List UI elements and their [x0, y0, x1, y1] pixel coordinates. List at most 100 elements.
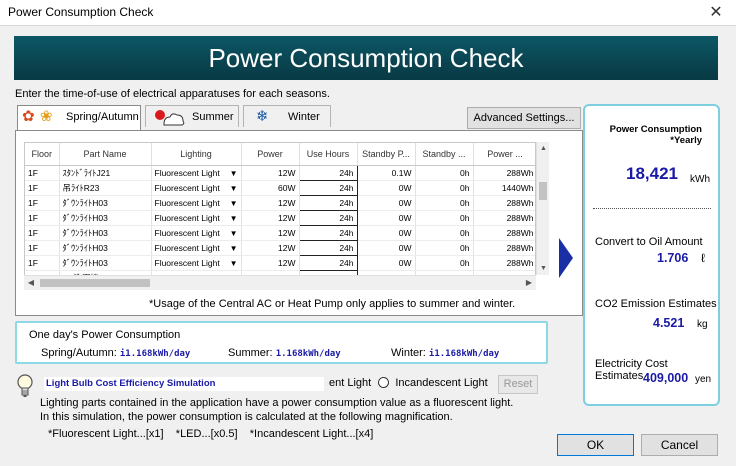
dropdown-arrow-icon[interactable]: ▼ — [230, 259, 238, 268]
scroll-thumb[interactable] — [40, 279, 150, 287]
table-cell[interactable]: 12W — [241, 240, 300, 256]
summer-label: Summer: — [228, 347, 273, 359]
scroll-thumb[interactable] — [539, 182, 547, 200]
scroll-right-icon[interactable]: ▶ — [522, 276, 536, 290]
table-cell[interactable]: ﾀﾞｳﾝﾗｲﾄH03 — [59, 210, 152, 226]
horizontal-scrollbar[interactable]: ◀ ▶ — [24, 275, 536, 290]
table-cell[interactable]: 24h — [298, 164, 358, 181]
column-header[interactable]: Floor — [25, 143, 60, 166]
table-cell[interactable]: ｽﾀﾝﾄﾞﾗｲﾄJ21 — [59, 165, 152, 181]
table-cell[interactable]: 0h — [415, 195, 474, 211]
column-header[interactable]: Lighting — [151, 143, 242, 166]
incandescent-radio[interactable] — [378, 377, 390, 388]
table-cell[interactable]: 24h — [298, 194, 358, 211]
column-header[interactable]: Standby P... — [357, 143, 416, 166]
column-header[interactable]: Use Hours — [299, 143, 358, 166]
table-cell[interactable]: 1F — [25, 240, 60, 256]
table-cell[interactable]: 1F — [25, 210, 60, 226]
scroll-down-icon[interactable]: ▼ — [537, 262, 550, 275]
table-row[interactable]: 1F ﾀﾞｳﾝﾗｲﾄH03 ▼ Fluorescent Light 12W 24h 0W 0h… — [25, 254, 535, 271]
table-cell[interactable]: 288Wh — [473, 195, 535, 211]
lighting-select[interactable]: ▼ Fluorescent Light — [151, 210, 242, 226]
table-cell[interactable]: 12W — [241, 195, 300, 211]
lighting-select[interactable]: ▼ Fluorescent Light — [151, 180, 242, 196]
led-option-label[interactable]: ent Light — [329, 377, 371, 389]
table-row[interactable]: 1F ﾀﾞｳﾝﾗｲﾄH03 ▼ Fluorescent Light 12W 24h 0W 0h… — [25, 194, 535, 211]
table-cell[interactable]: 288Wh — [473, 165, 535, 181]
table-cell[interactable]: 60W — [241, 180, 300, 196]
table-cell[interactable]: 1440Wh — [473, 180, 535, 196]
table-cell[interactable]: 12W — [241, 210, 300, 226]
table-row[interactable]: 1F ﾀﾞｳﾝﾗｲﾄH03 ▼ Fluorescent Light 12W 24h 0W 0h… — [25, 209, 535, 226]
table-cell[interactable]: 1F — [25, 225, 60, 241]
lighting-select[interactable]: ▼ Fluorescent Light — [151, 165, 242, 181]
table-cell[interactable]: 288Wh — [473, 255, 535, 271]
table-cell[interactable]: 12W — [241, 165, 300, 181]
table-cell[interactable]: ﾀﾞｳﾝﾗｲﾄH03 — [59, 225, 152, 241]
light-bulb-icon — [17, 374, 33, 397]
table-row[interactable]: 1F ｽﾀﾝﾄﾞﾗｲﾄJ21 ▼ Fluorescent Light 12W 24h 0.1… — [25, 164, 535, 181]
table-cell[interactable]: 24h — [298, 224, 358, 241]
dropdown-arrow-icon[interactable]: ▼ — [230, 214, 238, 223]
table-cell[interactable]: 24h — [298, 254, 358, 271]
table-cell[interactable]: 1F — [25, 165, 60, 181]
table-cell[interactable]: 0W — [357, 225, 416, 241]
table-cell[interactable]: 24h — [298, 239, 358, 256]
table-cell[interactable]: 0W — [357, 210, 416, 226]
column-header[interactable]: Power — [241, 143, 300, 166]
table-row[interactable]: 1F ﾀﾞｳﾝﾗｲﾄH03 ▼ Fluorescent Light 12W 24h 0W 0h… — [25, 224, 535, 241]
table-cell[interactable]: ﾀﾞｳﾝﾗｲﾄH03 — [59, 255, 152, 271]
table-cell[interactable]: 0h — [415, 255, 474, 271]
dropdown-arrow-icon[interactable]: ▼ — [230, 184, 238, 193]
table-cell[interactable]: 1F — [25, 195, 60, 211]
column-header[interactable]: Standby ... — [415, 143, 474, 166]
tab-winter[interactable]: ❄ Winter — [243, 105, 331, 127]
scroll-up-icon[interactable]: ▲ — [537, 142, 550, 155]
column-header[interactable]: Part Name — [59, 143, 152, 166]
ok-button[interactable]: OK — [557, 434, 634, 456]
vertical-scrollbar[interactable]: ▲ ▼ — [536, 142, 549, 275]
table-cell[interactable]: 0h — [415, 225, 474, 241]
dropdown-arrow-icon[interactable]: ▼ — [230, 169, 238, 178]
table-cell[interactable]: 0h — [415, 165, 474, 181]
table-cell[interactable]: 0h — [415, 240, 474, 256]
close-icon[interactable]: ✕ — [696, 0, 736, 26]
lighting-select[interactable]: ▼ Fluorescent Light — [151, 255, 242, 271]
table-cell[interactable]: ﾀﾞｳﾝﾗｲﾄH03 — [59, 240, 152, 256]
table-cell[interactable]: 288Wh — [473, 240, 535, 256]
table-cell[interactable]: 288Wh — [473, 210, 535, 226]
table-cell[interactable]: 12W — [241, 225, 300, 241]
incandescent-option-label[interactable]: Incandescent Light — [395, 377, 487, 389]
table-cell[interactable]: 12W — [241, 255, 300, 271]
table-cell[interactable]: 0h — [415, 210, 474, 226]
table-cell[interactable]: 0W — [357, 255, 416, 271]
table-cell[interactable]: 1F — [25, 255, 60, 271]
table-row[interactable]: 1F ﾀﾞｳﾝﾗｲﾄH03 ▼ Fluorescent Light 12W 24h 0W 0h… — [25, 239, 535, 256]
table-cell[interactable]: 0W — [357, 195, 416, 211]
table-row[interactable]: 1F 吊ﾗｲﾄR23 ▼ Fluorescent Light 60W 24h 0W 0h 144… — [25, 179, 535, 196]
table-cell[interactable]: ﾀﾞｳﾝﾗｲﾄH03 — [59, 195, 152, 211]
cancel-button[interactable]: Cancel — [641, 434, 718, 456]
table-cell[interactable]: 1F — [25, 180, 60, 196]
dropdown-arrow-icon[interactable]: ▼ — [230, 244, 238, 253]
scroll-left-icon[interactable]: ◀ — [24, 276, 38, 290]
table-cell[interactable]: 0W — [357, 240, 416, 256]
lighting-select[interactable]: ▼ Fluorescent Light — [151, 240, 242, 256]
lighting-select[interactable]: ▼ Fluorescent Light — [151, 225, 242, 241]
table-cell[interactable]: 24h — [298, 179, 358, 196]
power-consumption-unit: kWh — [690, 174, 710, 185]
tab-spring-autumn[interactable]: ✿ ❀ Spring/Autumn — [17, 105, 141, 130]
table-cell[interactable]: 0.1W — [357, 165, 416, 181]
column-header[interactable]: Power ... — [473, 143, 535, 166]
reset-button[interactable]: Reset — [498, 375, 538, 394]
tab-summer[interactable]: Summer — [145, 105, 239, 127]
table-cell[interactable]: 0W — [357, 180, 416, 196]
table-cell[interactable]: 吊ﾗｲﾄR23 — [59, 180, 152, 196]
table-cell[interactable]: 0h — [415, 180, 474, 196]
dropdown-arrow-icon[interactable]: ▼ — [230, 199, 238, 208]
lighting-select[interactable]: ▼ Fluorescent Light — [151, 195, 242, 211]
dropdown-arrow-icon[interactable]: ▼ — [230, 229, 238, 238]
advanced-settings-button[interactable]: Advanced Settings... — [467, 107, 581, 129]
table-cell[interactable]: 24h — [298, 209, 358, 226]
table-cell[interactable]: 288Wh — [473, 225, 535, 241]
